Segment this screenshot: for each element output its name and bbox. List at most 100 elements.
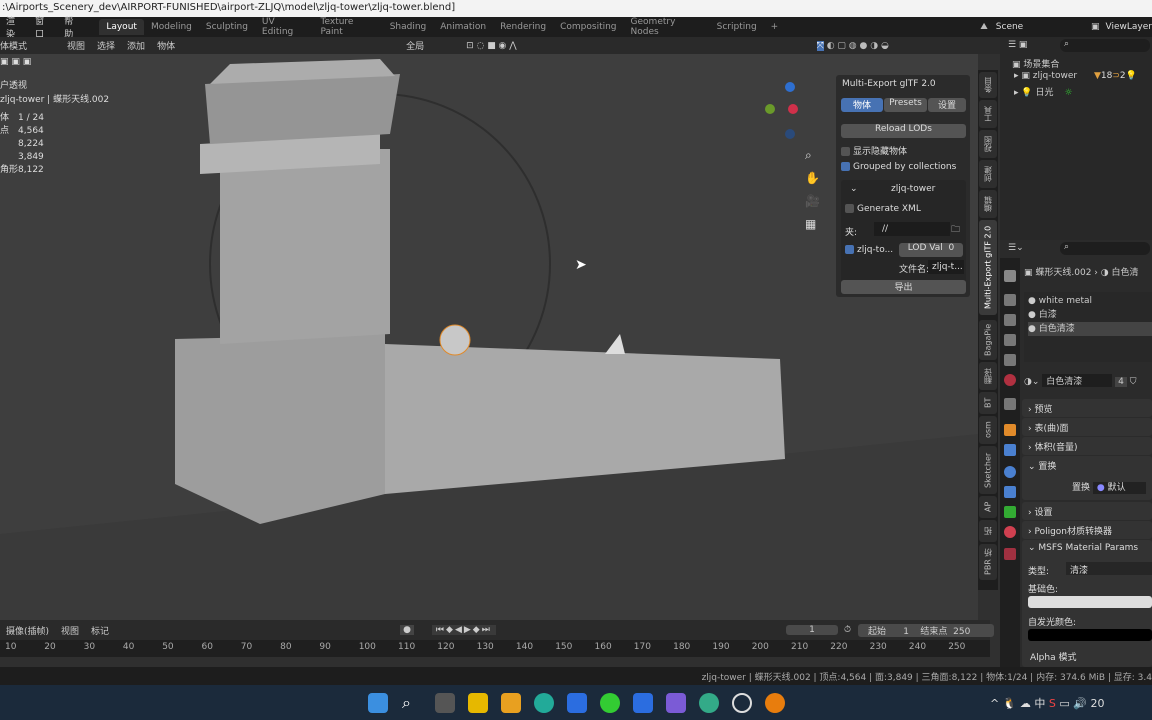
tab-rendering[interactable]: Rendering [493, 19, 553, 35]
chat-icon[interactable] [666, 693, 686, 713]
frame-range[interactable]: 起始 1 结束点 250 [858, 623, 994, 637]
tab-presets[interactable]: Presets [884, 98, 927, 112]
reload-lods-button[interactable]: Reload LODs [841, 124, 966, 138]
add-workspace-button[interactable]: + [764, 19, 786, 35]
generate-xml-checkbox[interactable]: Generate XML [845, 204, 921, 214]
type-select[interactable]: 清漆 [1066, 562, 1152, 576]
panel-title[interactable]: Multi-Export glTF 2.0 [842, 79, 936, 89]
material-slot[interactable]: ● white metal [1028, 294, 1152, 308]
tab-item[interactable]: 条目 [979, 72, 997, 98]
tab-edit[interactable]: 编辑 [979, 190, 997, 218]
view-layer-field[interactable]: ViewLayer [1106, 22, 1152, 32]
timeline-scrollbar[interactable] [0, 657, 990, 667]
folder-input[interactable]: // [874, 222, 950, 236]
tab-topology[interactable]: 拓 [979, 520, 997, 542]
render-tab-icon[interactable] [1004, 294, 1016, 306]
obs-icon[interactable] [732, 693, 752, 713]
scene-field[interactable]: Scene [996, 22, 1086, 32]
search-icon[interactable]: ⌕ [402, 693, 422, 713]
object-tab-icon[interactable] [1004, 424, 1016, 436]
scene-collection[interactable]: ▣ 场景集合 [1012, 57, 1059, 70]
tab-bagapie[interactable]: BagaPie [979, 320, 997, 360]
timeline-view-menu[interactable]: 视图 [55, 624, 85, 637]
tab-bt[interactable]: BT [979, 392, 997, 414]
mode-select[interactable]: 体模式 [0, 39, 47, 52]
camera-icon[interactable]: 🎥 [805, 190, 820, 213]
outliner-search[interactable]: ⌕ [1060, 39, 1150, 52]
grid-icon[interactable]: ▦ [805, 213, 820, 236]
tab-ap[interactable]: AP [979, 496, 997, 518]
tab-sketcher[interactable]: Sketcher [979, 446, 997, 494]
material-slot[interactable]: ● 白漆 [1028, 308, 1152, 322]
tool-tab-icon[interactable] [1004, 270, 1016, 282]
physics-tab-icon[interactable] [1004, 486, 1016, 498]
base-color-swatch[interactable] [1028, 596, 1152, 608]
system-tray[interactable]: ^ 🐧 ☁ 中 S ▭ 🔊 20 [990, 695, 1104, 711]
tab-modeling[interactable]: Modeling [144, 19, 199, 35]
modifier-tab-icon[interactable] [1004, 444, 1016, 456]
idm-icon[interactable] [633, 693, 653, 713]
particles-tab-icon[interactable] [1004, 466, 1016, 478]
emissive-color-swatch[interactable] [1028, 629, 1152, 641]
tab-scripting[interactable]: Scripting [710, 19, 764, 35]
tab-pbr-bridge[interactable]: PBR 桥 [979, 544, 997, 580]
tab-translate[interactable]: 翻译 [979, 362, 997, 390]
marker-menu[interactable]: 标记 [85, 624, 115, 637]
lod-value-field[interactable]: LOD Val 0 [899, 243, 963, 257]
start-icon[interactable] [368, 693, 388, 713]
menu-object[interactable]: 物体 [151, 39, 181, 52]
displacement-select[interactable]: ● 默认 [1092, 482, 1146, 494]
scene-tab-icon[interactable] [1004, 354, 1016, 366]
filename-input[interactable]: zljq-t... [928, 260, 964, 274]
tab-view[interactable]: 视图 [979, 130, 997, 158]
section-surface[interactable]: › 表(曲)面 [1022, 418, 1152, 436]
tab-settings[interactable]: 设置 [928, 98, 966, 112]
explorer-icon[interactable] [501, 693, 521, 713]
wechat-icon[interactable] [600, 693, 620, 713]
material-slot[interactable]: ● 白色清漆 [1028, 322, 1152, 336]
collection-expand-icon[interactable]: ⌄ [850, 184, 858, 194]
material-selector[interactable]: ◑⌄ 白色清漆 4 ⛉ [1024, 374, 1152, 387]
section-msfs-material-params[interactable]: ⌄ MSFS Material Params 类型: 清漆 基础色: 自发光颜色… [1022, 540, 1152, 667]
record-button[interactable]: ● [400, 625, 414, 635]
transform-orientation[interactable]: 全局 [406, 39, 456, 52]
tab-create[interactable]: 创建 [979, 160, 997, 188]
viewport-toggle-icons[interactable]: ▣ ▣ ▣ [0, 57, 31, 67]
collection-tab-icon[interactable] [1004, 398, 1016, 410]
notes-icon[interactable] [468, 693, 488, 713]
tab-tool[interactable]: 工具 [979, 100, 997, 128]
tab-sculpting[interactable]: Sculpting [199, 19, 255, 35]
show-hidden-checkbox[interactable]: 显示隐藏物体 [841, 144, 907, 157]
stopwatch-icon[interactable]: ⏱ [844, 625, 851, 635]
view-layer-tab-icon[interactable] [1004, 334, 1016, 346]
menu-select[interactable]: 选择 [91, 39, 121, 52]
3d-viewport[interactable]: ▣ ▣ ▣ 户透视 zljq-tower | 蝶形天线.002 体 1 / 24 … [0, 54, 978, 620]
viewport-nav-buttons[interactable]: ⌕ ✋ 🎥 ▦ [805, 144, 820, 236]
material-users-count[interactable]: 4 [1115, 377, 1127, 387]
section-volume[interactable]: › 体积(音量) [1022, 437, 1152, 455]
tab-animation[interactable]: Animation [433, 19, 493, 35]
timeline-ruler[interactable]: 10 20 30 40 50 60 70 80 90 100 110 120 130 140 150 160 1… [0, 640, 990, 657]
tab-compositing[interactable]: Compositing [553, 19, 623, 35]
task-view-icon[interactable] [435, 693, 455, 713]
fake-user-icon[interactable]: ⛉ [1130, 377, 1137, 387]
tab-multi-export[interactable]: Multi-Export glTF 2.0 [979, 220, 997, 315]
editor-type-icon[interactable]: ☰⌄ [1008, 243, 1024, 253]
playback-controls[interactable]: ⏮◆◀▶◆⏭ [431, 625, 496, 635]
current-frame-field[interactable]: 1 [786, 625, 838, 635]
grouped-checkbox[interactable]: Grouped by collections [841, 162, 956, 172]
export-button[interactable]: 导出 [841, 280, 966, 294]
outliner-item[interactable]: ▸ ▣ zljq-tower ▼18⊃2💡 [1014, 71, 1150, 81]
section-poligon-converter[interactable]: › Poligon材质转换器 [1022, 521, 1152, 539]
navigation-gizmo[interactable] [765, 79, 805, 139]
blender-icon[interactable] [765, 693, 785, 713]
material-name-field[interactable]: 白色清漆 [1042, 374, 1113, 387]
tab-object[interactable]: 物体 [841, 98, 883, 112]
properties-search[interactable]: ⌕ [1060, 242, 1150, 255]
menu-add[interactable]: 添加 [121, 39, 151, 52]
lod-object-checkbox[interactable]: zljq-to... [845, 245, 893, 255]
section-preview[interactable]: › 预览 [1022, 399, 1152, 417]
section-settings[interactable]: › 设置 [1022, 502, 1152, 520]
outliner-item[interactable]: ▸ 💡 日光 ☼ [1014, 85, 1072, 98]
app-icon[interactable] [567, 693, 587, 713]
